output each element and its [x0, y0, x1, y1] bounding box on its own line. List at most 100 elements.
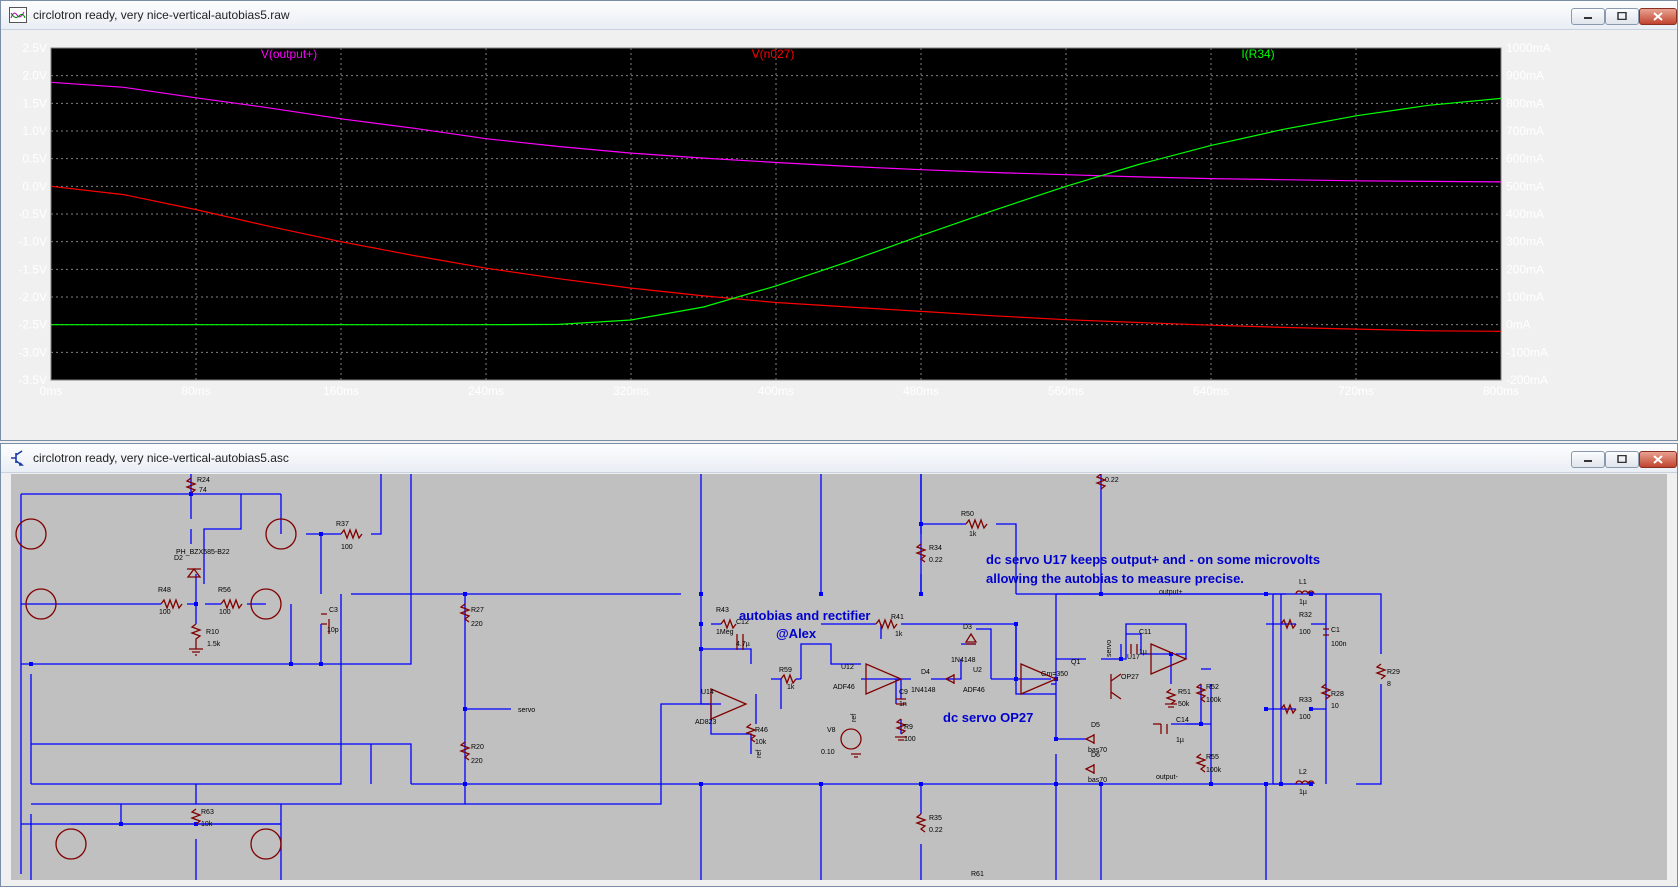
svg-text:50k: 50k [1178, 701, 1190, 708]
schematic-canvas[interactable]: R24 74 R37 100 D2 PH_BZX585-B22 R48 100 R56 1… [11, 474, 1667, 880]
maximize-button[interactable] [1605, 8, 1639, 25]
svg-text:1µ: 1µ [1176, 737, 1184, 744]
svg-text:100: 100 [1299, 714, 1311, 721]
x-tick-label: 560ms [1048, 384, 1084, 398]
y-tick-label-right: 200mA [1506, 262, 1544, 276]
svg-text:ref: ref [756, 750, 763, 758]
y-tick-label-left: 0.0V [22, 179, 47, 193]
svg-text:1N4148: 1N4148 [951, 657, 976, 664]
svg-text:C14: C14 [1176, 717, 1189, 724]
x-tick-label: 640ms [1193, 384, 1229, 398]
svg-text:output+: output+ [1159, 589, 1183, 596]
annotation-alex: @Alex [776, 626, 817, 641]
svg-text:100k: 100k [1206, 767, 1222, 774]
svg-text:0.22: 0.22 [929, 557, 943, 564]
svg-text:100k: 100k [1206, 697, 1222, 704]
svg-text:R48: R48 [158, 587, 171, 594]
svg-text:R35: R35 [929, 815, 942, 822]
svg-text:R20: R20 [471, 744, 484, 751]
svg-text:10k: 10k [755, 739, 767, 746]
y-tick-label-right: 0mA [1506, 318, 1531, 332]
minimize-button[interactable] [1571, 451, 1605, 468]
svg-text:R52: R52 [1206, 684, 1219, 691]
svg-text:4.7µ: 4.7µ [736, 641, 750, 648]
minimize-button[interactable] [1571, 8, 1605, 25]
annotation-autobias: autobias and rectifier [739, 608, 870, 623]
x-tick-label: 720ms [1338, 384, 1374, 398]
svg-text:R46: R46 [755, 727, 768, 734]
x-tick-label: 320ms [613, 384, 649, 398]
svg-text:R10: R10 [206, 629, 219, 636]
x-tick-label: 80ms [181, 384, 210, 398]
waveform-titlebar[interactable]: circlotron ready, very nice-vertical-aut… [1, 1, 1677, 30]
close-button[interactable] [1639, 8, 1677, 25]
y-tick-label-right: 100mA [1506, 290, 1544, 304]
svg-text:R59: R59 [779, 667, 792, 674]
svg-text:0.22: 0.22 [1105, 477, 1119, 484]
svg-text:100: 100 [904, 736, 916, 743]
y-tick-label-right: 1000mA [1506, 41, 1551, 55]
svg-text:1k: 1k [787, 684, 795, 691]
y-tick-label-right: 300mA [1506, 235, 1544, 249]
svg-text:U14: U14 [701, 689, 714, 696]
svg-text:74: 74 [199, 487, 207, 494]
maximize-button[interactable] [1605, 451, 1639, 468]
svg-text:R34: R34 [929, 545, 942, 552]
x-tick-label: 240ms [468, 384, 504, 398]
svg-text:R51: R51 [1178, 689, 1191, 696]
svg-text:R50: R50 [961, 511, 974, 518]
svg-text:ADF46: ADF46 [963, 687, 985, 694]
plot-area[interactable]: 2.5V 1000mA 2.0V 900mA 1.5V 800mA 1.0V 700mA 0.5… [11, 31, 1667, 437]
svg-text:R28: R28 [1331, 691, 1344, 698]
schematic-titlebar[interactable]: circlotron ready, very nice-vertical-aut… [1, 444, 1677, 473]
y-tick-label-left: 2.5V [22, 41, 47, 55]
maximize-icon [1617, 12, 1627, 20]
schematic-window-title: circlotron ready, very nice-vertical-aut… [33, 451, 289, 465]
x-tick-label: 0ms [40, 384, 63, 398]
svg-text:output-: output- [1156, 774, 1178, 781]
schematic-window: circlotron ready, very nice-vertical-aut… [0, 443, 1678, 887]
svg-text:ADF46: ADF46 [833, 684, 855, 691]
y-tick-label-left: -1.5V [18, 262, 47, 276]
y-tick-label-left: 1.5V [22, 96, 47, 110]
x-tick-label: 400ms [758, 384, 794, 398]
svg-text:10: 10 [1331, 703, 1339, 710]
minimize-icon [1584, 17, 1592, 19]
y-tick-label-left: -1.0V [18, 235, 47, 249]
svg-text:C3: C3 [329, 607, 338, 614]
svg-text:Gm=350: Gm=350 [1041, 671, 1068, 678]
y-tick-label-right: 700mA [1506, 124, 1544, 138]
svg-text:C1: C1 [1331, 627, 1340, 634]
svg-text:R32: R32 [1299, 612, 1312, 619]
svg-text:AD823: AD823 [695, 719, 717, 726]
svg-text:100: 100 [219, 609, 231, 616]
x-tick-label: 160ms [323, 384, 359, 398]
svg-text:bas70: bas70 [1088, 777, 1107, 784]
schematic-drawing[interactable]: R24 74 R37 100 D2PH_BZX585-B22 R48 100 R56 1… [11, 474, 1667, 880]
svg-text:220: 220 [471, 621, 483, 628]
svg-text:D6: D6 [1091, 752, 1100, 759]
svg-text:D2: D2 [174, 555, 183, 562]
close-icon [1653, 12, 1663, 21]
svg-text:U17: U17 [1127, 654, 1140, 661]
y-tick-label-left: -0.5V [18, 207, 47, 221]
svg-text:100: 100 [159, 609, 171, 616]
series-legend-label: V(output+) [261, 47, 317, 61]
junctions [29, 492, 1313, 826]
annotation-dc-servo: dc servo OP27 [943, 710, 1033, 725]
close-button[interactable] [1639, 451, 1677, 468]
svg-text:100: 100 [1299, 629, 1311, 636]
svg-text:100: 100 [341, 544, 353, 551]
y-tick-label-right: 400mA [1506, 207, 1544, 221]
y-tick-label-left: -2.5V [18, 318, 47, 332]
x-tick-label: 480ms [903, 384, 939, 398]
svg-text:servo: servo [518, 707, 535, 714]
svg-text:C9: C9 [899, 689, 908, 696]
close-icon [1653, 455, 1663, 464]
svg-text:L2: L2 [1299, 769, 1307, 776]
waveform-plot[interactable]: 2.5V 1000mA 2.0V 900mA 1.5V 800mA 1.0V 700mA 0.5… [11, 31, 1667, 437]
svg-text:0.10: 0.10 [821, 749, 835, 756]
svg-text:R61: R61 [971, 871, 984, 878]
waveform-window: circlotron ready, very nice-vertical-aut… [0, 0, 1678, 441]
svg-text:D3: D3 [963, 624, 972, 631]
